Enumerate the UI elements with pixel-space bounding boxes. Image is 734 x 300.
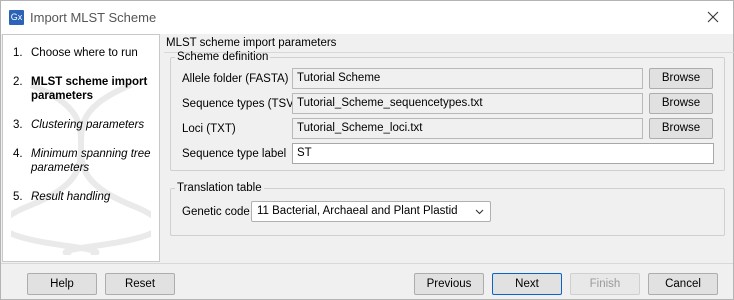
finish-button[interactable]: Finish bbox=[570, 273, 640, 295]
next-button[interactable]: Next bbox=[492, 273, 562, 295]
sequence-type-label-input[interactable]: ST bbox=[292, 143, 714, 164]
sequence-types-label: Sequence types (TSV) bbox=[182, 98, 298, 110]
translation-table-legend: Translation table bbox=[177, 182, 262, 194]
allele-folder-label: Allele folder (FASTA) bbox=[182, 73, 289, 85]
genetic-code-label: Genetic code bbox=[182, 206, 250, 218]
loci-label: Loci (TXT) bbox=[182, 123, 236, 135]
help-button[interactable]: Help bbox=[27, 273, 97, 295]
genetic-code-select[interactable]: 11 Bacterial, Archaeal and Plant Plastid bbox=[251, 201, 491, 222]
close-button[interactable] bbox=[693, 1, 733, 33]
app-icon: Gx bbox=[9, 10, 24, 25]
sequence-types-browse-button[interactable]: Browse bbox=[649, 93, 713, 114]
sequence-types-field[interactable]: Tutorial_Scheme_sequencetypes.txt bbox=[292, 93, 643, 114]
scheme-definition-legend: Scheme definition bbox=[177, 51, 269, 63]
allele-folder-browse-button[interactable]: Browse bbox=[649, 68, 713, 89]
loci-browse-button[interactable]: Browse bbox=[649, 118, 713, 139]
reset-button[interactable]: Reset bbox=[105, 273, 175, 295]
import-mlst-dialog: Gx Import MLST Scheme 1. Choose where to… bbox=[0, 0, 734, 300]
allele-folder-field[interactable]: Tutorial Scheme bbox=[292, 68, 643, 89]
previous-button[interactable]: Previous bbox=[414, 273, 484, 295]
genetic-code-value: 11 Bacterial, Archaeal and Plant Plastid bbox=[257, 205, 458, 217]
loci-field[interactable]: Tutorial_Scheme_loci.txt bbox=[292, 118, 643, 139]
title-bar: Gx Import MLST Scheme bbox=[1, 1, 733, 34]
wizard-steps-panel: 1. Choose where to run 2. MLST scheme im… bbox=[2, 34, 160, 262]
cancel-button[interactable]: Cancel bbox=[648, 273, 718, 295]
footer-divider bbox=[1, 263, 733, 264]
window-title: Import MLST Scheme bbox=[30, 10, 157, 25]
page-title: MLST scheme import parameters bbox=[166, 37, 337, 49]
sequence-type-label-label: Sequence type label bbox=[182, 148, 287, 160]
chevron-down-icon bbox=[475, 209, 484, 215]
close-icon bbox=[707, 11, 719, 23]
